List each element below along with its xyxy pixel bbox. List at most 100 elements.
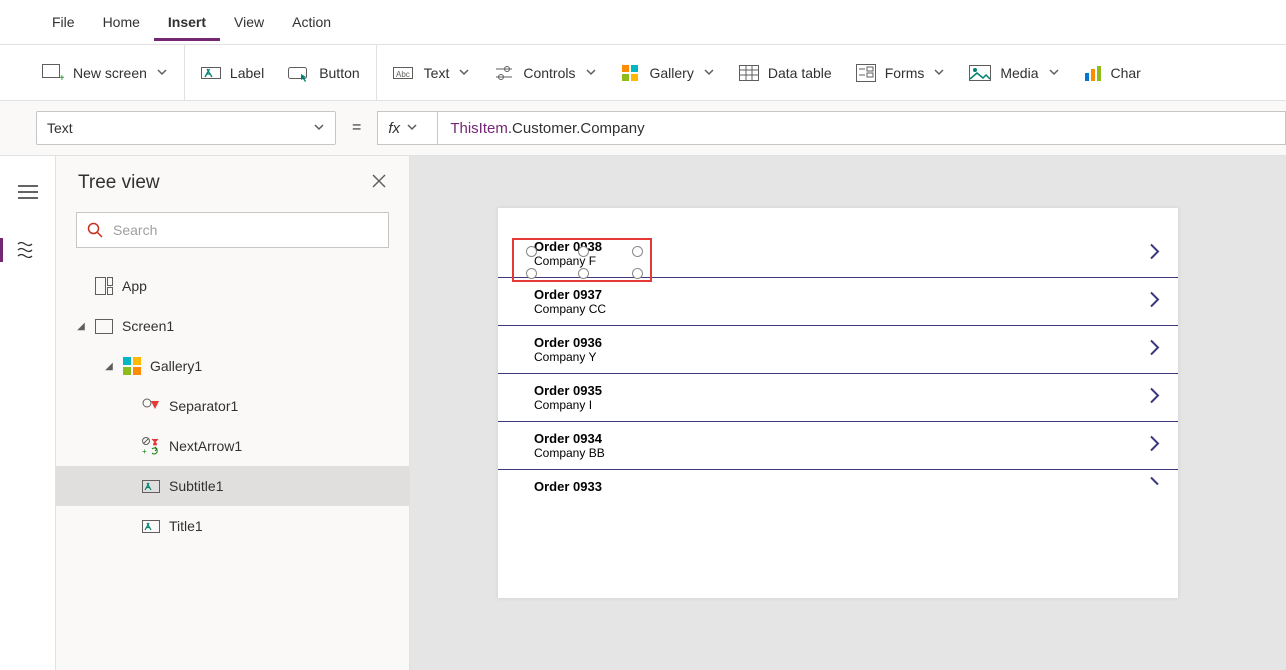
menu-file[interactable]: File (38, 3, 89, 41)
chevron-down-icon (585, 65, 597, 81)
chart-icon (1084, 65, 1102, 81)
separator-icon (142, 398, 160, 414)
tree-node-title1[interactable]: Title1 (56, 506, 409, 546)
search-placeholder: Search (113, 222, 157, 238)
chevron-right-icon[interactable] (1148, 473, 1162, 500)
search-input[interactable]: Search (76, 212, 389, 248)
gallery-dropdown[interactable]: Gallery (609, 45, 727, 100)
tree-node-nextarrow1[interactable]: + NextArrow1 (56, 426, 409, 466)
collapse-icon[interactable]: ◢ (76, 321, 86, 332)
ribbon: + New screen Label Button Abc Text Contr… (0, 45, 1286, 101)
svg-text:Abc: Abc (396, 70, 410, 79)
formula-token-rest: .Customer.Company (508, 120, 645, 137)
data-table-button[interactable]: Data table (727, 45, 844, 100)
new-screen-button[interactable]: + New screen (30, 45, 180, 100)
chevron-right-icon[interactable] (1148, 384, 1162, 411)
controls-icon (494, 64, 514, 82)
gallery-item[interactable]: Order 0935 Company I (498, 374, 1178, 422)
separator (184, 45, 185, 101)
main: Tree view Search App ◢ (0, 156, 1286, 670)
equals-sign: = (336, 119, 377, 137)
chevron-right-icon[interactable] (1148, 240, 1162, 267)
search-icon (87, 222, 103, 238)
controls-dropdown[interactable]: Controls (482, 45, 608, 100)
hamburger-button[interactable] (8, 172, 48, 212)
button-icon (288, 64, 310, 82)
text-input-icon: Abc (393, 65, 415, 81)
menu-home[interactable]: Home (89, 3, 154, 41)
tree-list: App ◢ Screen1 ◢ Gallery1 Separa (56, 260, 409, 546)
collapse-icon[interactable]: ◢ (104, 361, 114, 372)
order-subtitle: Company BB (534, 446, 1156, 460)
menu-insert[interactable]: Insert (154, 3, 220, 41)
chevron-down-icon (406, 120, 418, 137)
gallery-item[interactable]: Order 0936 Company Y (498, 326, 1178, 374)
chevron-down-icon (1048, 65, 1060, 81)
formula-bar: Text = fx ThisItem.Customer.Company (0, 101, 1286, 156)
charts-dropdown[interactable]: Char (1072, 45, 1153, 100)
text-dropdown[interactable]: Abc Text (381, 45, 483, 100)
app-screen[interactable]: Order 0938 Company F Order 0937 Company … (498, 208, 1178, 598)
tree-title: Tree view (78, 172, 160, 194)
gallery-item[interactable]: Order 0934 Company BB (498, 422, 1178, 470)
left-rail (0, 156, 56, 670)
forms-dropdown[interactable]: Forms (844, 45, 958, 100)
button-text: Button (319, 65, 359, 81)
controls-label: Controls (523, 65, 575, 81)
property-value: Text (47, 120, 73, 136)
chevron-right-icon[interactable] (1148, 336, 1162, 363)
order-title: Order 0938 (534, 239, 1156, 254)
label-icon (201, 64, 221, 82)
order-title: Order 0933 (534, 479, 1156, 494)
forms-label: Forms (885, 65, 925, 81)
table-icon (739, 65, 759, 81)
chevron-right-icon[interactable] (1148, 432, 1162, 459)
separator (376, 45, 377, 101)
svg-text:+: + (59, 73, 64, 82)
order-title: Order 0934 (534, 431, 1156, 446)
button-control[interactable]: Button (276, 45, 371, 100)
label-icon (142, 479, 160, 494)
tree-node-label: Subtitle1 (169, 478, 223, 494)
order-title: Order 0935 (534, 383, 1156, 398)
order-subtitle: Company CC (534, 302, 1156, 316)
svg-text:+: + (142, 447, 147, 455)
gallery-item[interactable]: Order 0933 (498, 470, 1178, 503)
gallery-label: Gallery (650, 65, 694, 81)
chevron-down-icon (156, 65, 168, 81)
canvas[interactable]: Order 0938 Company F Order 0937 Company … (410, 156, 1286, 670)
fx-label: fx (388, 120, 400, 137)
tree-node-subtitle1[interactable]: Subtitle1 (56, 466, 409, 506)
media-icon (969, 65, 991, 81)
text-label: Text (424, 65, 450, 81)
tree-node-app[interactable]: App (56, 266, 409, 306)
label-text: Label (230, 65, 264, 81)
formula-token-var: ThisItem (450, 120, 508, 137)
chevron-down-icon (313, 120, 325, 136)
label-icon (142, 519, 160, 534)
chevron-right-icon[interactable] (1148, 288, 1162, 315)
tree-view-rail-button[interactable] (8, 230, 48, 270)
order-title: Order 0936 (534, 335, 1156, 350)
tree-node-label: Title1 (169, 518, 203, 534)
chevron-down-icon (703, 65, 715, 81)
label-button[interactable]: Label (189, 45, 276, 100)
new-screen-label: New screen (73, 65, 147, 81)
tree-node-screen1[interactable]: ◢ Screen1 (56, 306, 409, 346)
gallery-item[interactable]: Order 0937 Company CC (498, 278, 1178, 326)
formula-input[interactable]: ThisItem.Customer.Company (437, 111, 1286, 145)
form-icon (856, 64, 876, 82)
property-dropdown[interactable]: Text (36, 111, 336, 145)
menu-action[interactable]: Action (278, 3, 345, 41)
close-panel-button[interactable] (371, 173, 387, 194)
tree-node-label: Screen1 (122, 318, 174, 334)
tree-node-separator1[interactable]: Separator1 (56, 386, 409, 426)
gallery-item[interactable]: Order 0938 Company F (498, 230, 1178, 278)
media-dropdown[interactable]: Media (957, 45, 1071, 100)
tree-node-gallery1[interactable]: ◢ Gallery1 (56, 346, 409, 386)
fx-button[interactable]: fx (377, 111, 437, 145)
gallery-icon (621, 64, 641, 82)
order-subtitle: Company F (534, 254, 1156, 268)
menu-view[interactable]: View (220, 3, 278, 41)
tree-node-label: App (122, 278, 147, 294)
